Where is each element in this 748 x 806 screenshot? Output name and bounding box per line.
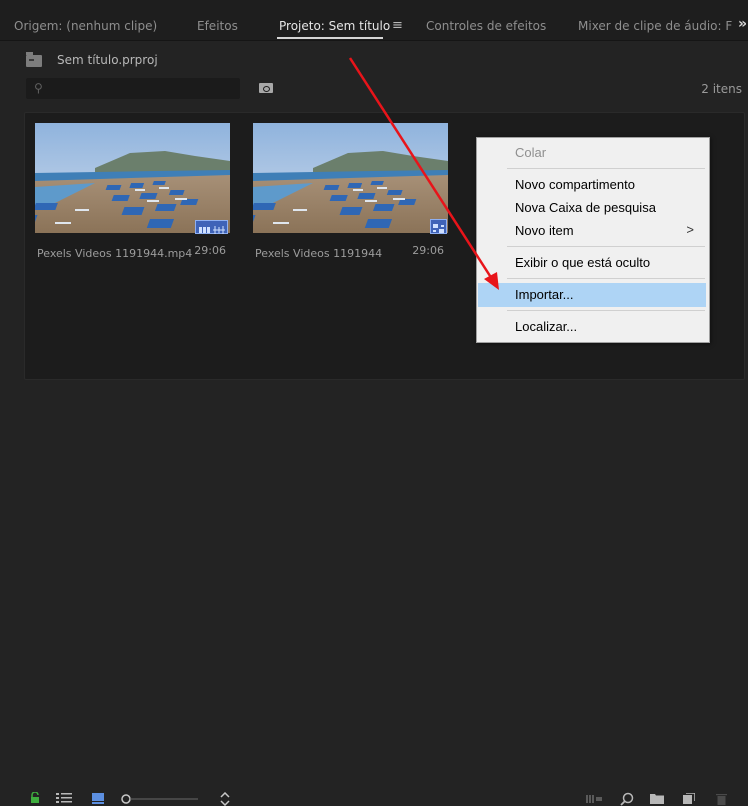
hamburger-icon[interactable]: ≡ [392,18,403,33]
clip-item[interactable]: Pexels Videos 1191944.mp4 29:06 [25,113,238,263]
sequence-item[interactable]: Pexels Videos 1191944 29:06 [243,113,456,263]
tab-effects[interactable]: Efeitos [197,19,238,33]
menu-divider [507,246,705,247]
active-tab-indicator [277,37,383,39]
project-name: Sem título.prproj [57,53,158,67]
menu-item-label: Importar... [515,287,574,302]
sort-icon[interactable] [220,792,230,806]
clip-thumbnail[interactable] [35,123,230,233]
sequence-name: Pexels Videos 1191944 [255,247,383,260]
search-icon: ⚲ [34,81,43,95]
menu-item-label: Novo item [515,223,574,238]
menu-item-localizar[interactable]: Localizar... [478,315,706,339]
clip-duration: 29:06 [194,244,226,257]
double-chevron-right-icon[interactable]: » [738,16,747,32]
icon-view-icon[interactable] [92,792,104,804]
automate-to-sequence-icon[interactable] [586,795,602,803]
audio-video-icon [195,220,228,234]
search-input[interactable] [26,78,240,99]
tab-effect-controls[interactable]: Controles de efeitos [426,19,546,33]
menu-divider [507,278,705,279]
sequence-icon [430,219,447,234]
zoom-slider[interactable] [120,793,200,805]
menu-item-exibir-oculto[interactable]: Exibir o que está oculto [478,251,706,275]
menu-item-nova-caixa-de-pesquisa[interactable]: Nova Caixa de pesquisa [478,196,706,220]
list-view-icon[interactable] [56,792,72,804]
menu-item-label: Localizar... [515,319,578,334]
bottom-toolbar [0,392,748,806]
find-icon[interactable] [620,792,634,806]
menu-item-novo-compartimento[interactable]: Novo compartimento [478,173,706,197]
menu-item-colar[interactable]: Colar [478,141,706,165]
project-panel: Origem: (nenhum clipe) Efeitos Projeto: … [0,0,748,806]
tab-source[interactable]: Origem: (nenhum clipe) [14,19,157,33]
menu-divider [507,310,705,311]
lock-icon[interactable] [30,792,40,804]
project-folder-icon [26,52,42,67]
tab-audio-clip-mixer[interactable]: Mixer de clipe de áudio: F [578,19,732,33]
menu-divider [507,168,705,169]
item-count: 2 itens [701,82,742,96]
trash-icon[interactable] [716,792,727,805]
sequence-duration: 29:06 [412,244,444,257]
new-item-icon[interactable] [683,793,695,804]
context-menu: Colar Novo compartimento Nova Caixa de p… [476,137,710,343]
new-bin-icon[interactable] [650,793,664,804]
menu-item-label: Exibir o que está oculto [515,255,651,270]
menu-item-label: Colar [515,145,547,160]
panel-tab-bar: Origem: (nenhum clipe) Efeitos Projeto: … [0,0,748,41]
menu-item-label: Nova Caixa de pesquisa [515,200,656,215]
menu-item-importar[interactable]: Importar... [478,283,706,307]
submenu-chevron-icon: > [686,222,694,237]
clip-name: Pexels Videos 1191944.mp4 [37,247,193,260]
menu-item-label: Novo compartimento [515,177,635,192]
new-search-bin-icon[interactable] [259,83,273,93]
menu-item-novo-item[interactable]: Novo item > [478,219,706,243]
tab-project[interactable]: Projeto: Sem título [279,19,390,33]
sequence-thumbnail[interactable] [253,123,448,233]
